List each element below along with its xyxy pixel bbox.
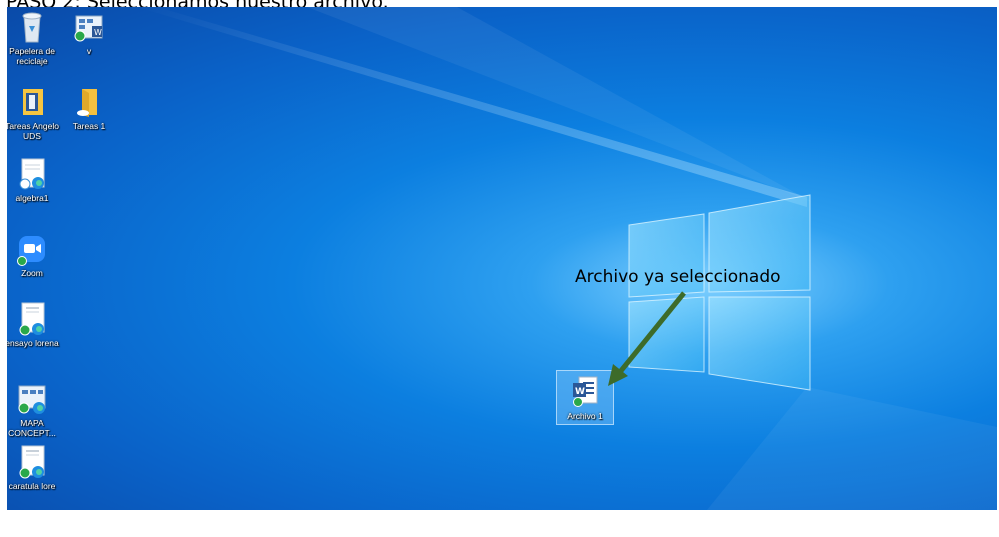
word-doc-icon: W [569, 375, 601, 409]
edge-doc-icon [16, 302, 48, 336]
edge-doc-icon [16, 445, 48, 479]
desktop[interactable]: Papelera de reciclaje W v Tareas Angelo … [7, 7, 997, 510]
icon-label: ensayo lorena [7, 338, 59, 348]
icon-label: MAPA CONCEPT... [8, 418, 56, 438]
svg-text:W: W [94, 28, 102, 37]
desktop-icon-algebra1[interactable]: algebra1 [7, 157, 64, 203]
desktop-icon-ensayo[interactable]: ensayo lorena [7, 302, 64, 348]
icon-label: Zoom [21, 268, 43, 278]
annotation-text: Archivo ya seleccionado [575, 267, 781, 287]
desktop-icon-recycle-bin[interactable]: Papelera de reciclaje [7, 10, 64, 66]
desktop-icon-zoom[interactable]: Zoom [7, 232, 64, 278]
desktop-icon-tareas-angelo[interactable]: Tareas Angelo UDS [7, 85, 64, 141]
icon-label: v [86, 46, 92, 56]
desktop-icon-archivo-1[interactable]: W Archivo 1 [556, 370, 614, 425]
desktop-icon-caratula[interactable]: caratula lore [7, 445, 64, 491]
icon-label: algebra1 [15, 193, 49, 203]
icon-label: Papelera de reciclaje [9, 46, 55, 66]
document-folder-icon [16, 85, 48, 119]
svg-text:W: W [575, 387, 585, 397]
desktop-icon-tareas-1[interactable]: Tareas 1 [57, 85, 121, 131]
icon-label: Archivo 1 [567, 411, 603, 421]
icon-label: caratula lore [8, 481, 56, 491]
desktop-icon-v[interactable]: W v [57, 10, 121, 56]
wallpaper-beams [137, 7, 997, 510]
icon-label: Tareas Angelo UDS [7, 121, 59, 141]
edge-doc-icon [16, 157, 48, 191]
desktop-icon-mapa[interactable]: MAPA CONCEPT... [7, 382, 64, 438]
recycle-bin-icon [16, 10, 48, 44]
edge-doc-icon [16, 382, 48, 416]
word-doc-icon: W [73, 10, 105, 44]
icon-label: Tareas 1 [72, 121, 106, 131]
zoom-icon [16, 232, 48, 266]
folder-icon [73, 85, 105, 119]
